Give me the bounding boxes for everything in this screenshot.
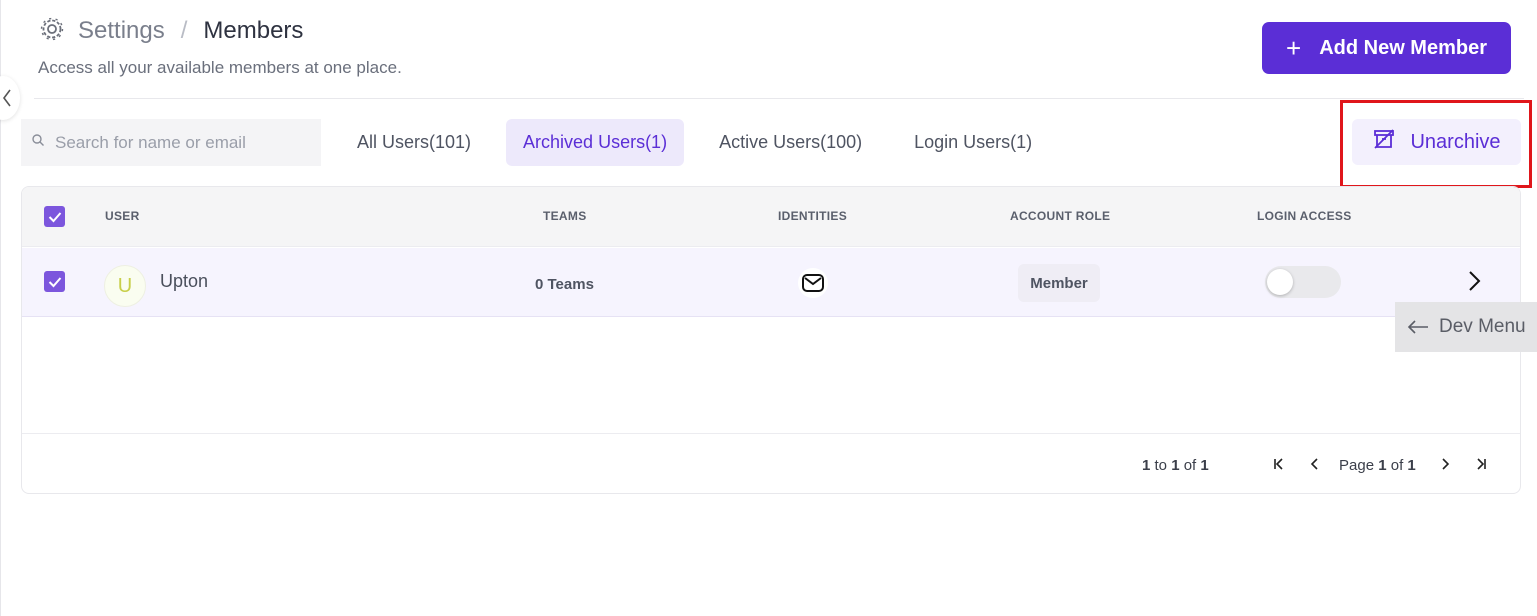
last-page-button[interactable] bbox=[1471, 453, 1491, 475]
breadcrumb: Settings / Members bbox=[38, 14, 402, 48]
chevron-right-icon bbox=[1442, 458, 1450, 470]
unarchive-icon bbox=[1372, 127, 1396, 157]
search-icon bbox=[31, 133, 45, 152]
member-teams: 0 Teams bbox=[535, 276, 594, 293]
last-page-icon bbox=[1477, 458, 1486, 470]
gear-icon bbox=[38, 15, 66, 48]
chevron-right-icon[interactable] bbox=[1464, 268, 1484, 299]
page-title: Members bbox=[203, 17, 304, 44]
plus-icon: + bbox=[1286, 33, 1302, 63]
range-total: 1 bbox=[1200, 457, 1209, 474]
first-page-icon bbox=[1274, 458, 1283, 470]
check-icon bbox=[48, 211, 61, 222]
login-access-toggle[interactable] bbox=[1265, 266, 1341, 298]
add-new-member-label: Add New Member bbox=[1319, 36, 1487, 59]
tab-all-users[interactable]: All Users(101) bbox=[340, 119, 488, 166]
page-indicator: Page 1 of 1 bbox=[1339, 457, 1416, 474]
tab-login-users[interactable]: Login Users(1) bbox=[897, 119, 1049, 166]
tab-active-users[interactable]: Active Users(100) bbox=[702, 119, 879, 166]
header-divider bbox=[34, 98, 1524, 99]
unarchive-label: Unarchive bbox=[1410, 130, 1501, 153]
chevron-left-icon bbox=[1310, 458, 1318, 470]
column-header-identities: IDENTITIES bbox=[778, 209, 848, 223]
breadcrumb-separator: / bbox=[180, 17, 188, 44]
range-to-label: to bbox=[1154, 457, 1168, 474]
column-header-account-role: ACCOUNT ROLE bbox=[1010, 209, 1111, 223]
range-of-label: of bbox=[1183, 457, 1197, 474]
page-current: 1 bbox=[1378, 457, 1387, 474]
range-start: 1 bbox=[1142, 457, 1151, 474]
first-page-button[interactable] bbox=[1269, 453, 1289, 475]
record-count: 1 to 1 of 1 bbox=[1142, 457, 1209, 474]
page-total: 1 bbox=[1407, 457, 1416, 474]
member-name[interactable]: Upton bbox=[160, 271, 208, 292]
unarchive-button[interactable]: Unarchive bbox=[1352, 119, 1521, 165]
search-input[interactable] bbox=[55, 132, 295, 153]
column-header-teams: TEAMS bbox=[543, 209, 587, 223]
dev-menu-label: Dev Menu bbox=[1439, 316, 1526, 337]
mail-icon bbox=[798, 268, 828, 298]
add-new-member-button[interactable]: + Add New Member bbox=[1262, 22, 1511, 74]
breadcrumb-settings[interactable]: Settings bbox=[78, 17, 165, 45]
table-row[interactable]: U Upton 0 Teams Member bbox=[22, 248, 1520, 317]
toggle-knob bbox=[1267, 269, 1293, 295]
arrow-left-icon bbox=[1407, 320, 1428, 334]
dev-menu-button[interactable]: Dev Menu bbox=[1395, 302, 1537, 352]
page-subtitle: Access all your available members at one… bbox=[38, 58, 402, 77]
row-select-checkbox[interactable] bbox=[44, 271, 65, 292]
page-of-label: of bbox=[1390, 457, 1404, 474]
previous-page-button[interactable] bbox=[1305, 453, 1325, 475]
page-label: Page bbox=[1339, 457, 1375, 474]
sidebar-collapse-button[interactable] bbox=[0, 76, 20, 120]
members-table: USER TEAMS IDENTITIES ACCOUNT ROLE LOGIN… bbox=[21, 186, 1521, 494]
tab-archived-users[interactable]: Archived Users(1) bbox=[506, 119, 685, 166]
next-page-button[interactable] bbox=[1435, 453, 1455, 475]
role-badge: Member bbox=[1018, 264, 1100, 302]
user-filter-tabs: All Users(101) Archived Users(1) Active … bbox=[340, 119, 1049, 166]
avatar: U bbox=[104, 265, 146, 307]
column-header-login-access: LOGIN ACCESS bbox=[1257, 209, 1352, 223]
chevron-left-icon bbox=[3, 89, 11, 107]
select-all-checkbox[interactable] bbox=[44, 206, 65, 227]
column-header-user: USER bbox=[105, 209, 140, 223]
check-icon bbox=[48, 276, 61, 287]
search-box[interactable] bbox=[21, 119, 321, 166]
range-end: 1 bbox=[1171, 457, 1180, 474]
page-header: Settings / Members Access all your avail… bbox=[38, 14, 402, 78]
table-header: USER TEAMS IDENTITIES ACCOUNT ROLE LOGIN… bbox=[22, 187, 1520, 247]
pagination-divider bbox=[22, 433, 1520, 434]
